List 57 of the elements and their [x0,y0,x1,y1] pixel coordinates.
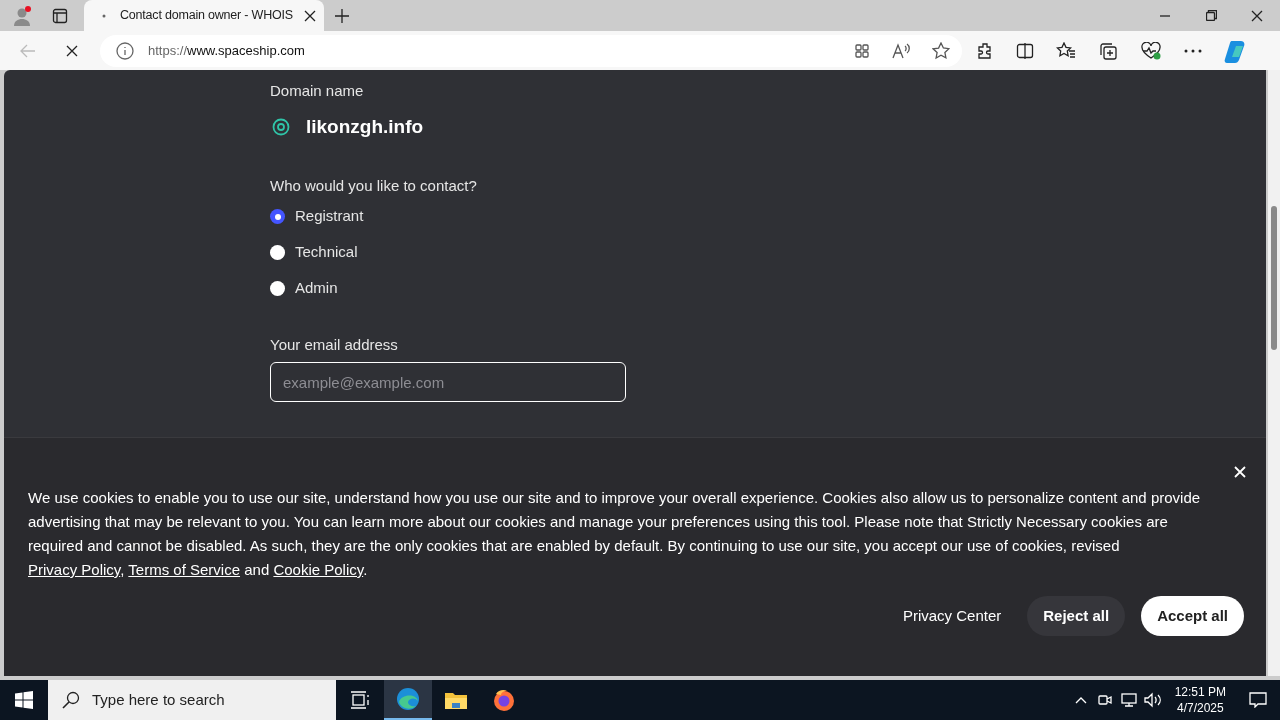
close-icon[interactable] [1251,9,1263,22]
consent-button[interactable]: Reject all [1027,596,1126,636]
clock-date: 4/7/2025 [1176,700,1224,716]
network-icon[interactable] [1120,692,1137,708]
consent-button[interactable]: Accept all [1141,596,1244,636]
folder-icon[interactable] [444,690,468,710]
field-label: Your email address [270,334,399,355]
scrollbar[interactable] [1268,70,1280,676]
volume-icon[interactable] [1143,692,1162,708]
restore-icon[interactable] [1205,10,1217,21]
policy-link[interactable]: Privacy Policy [28,561,121,578]
search-placeholder: Type here to search [92,689,225,710]
extensions-icon[interactable] [976,41,994,60]
cookie-notice: We use cookies to enable you to use our site, understand how you use our site and to improve your overall experience. Cookies also allow us to personalize content and provide advertising that may be relevant to you. You can learn more about our cookies and manage your preferences using this tool. Please note that Strictly Necessary cookies are required and cannot be disabled. As such, they are the only cookies that are enabled by default. By continuing to use our site, you accept our use of cookies, revised Privacy Policy, Terms of Service and Cookie Policy. [28,488,1202,580]
collections-icon[interactable] [1098,41,1118,60]
radio-button[interactable] [270,281,285,296]
address-bar[interactable]: https://www.spaceship.com [100,34,962,67]
edge-browser-icon[interactable] [396,687,420,711]
radio-label: Admin [295,278,338,299]
url-text: https://www.spaceship.com [148,41,305,60]
tab-title: Contact domain owner - WHOIS [120,7,294,25]
browser-tab[interactable]: Contact domain owner - WHOIS [84,0,324,31]
taskbar-search[interactable]: Type here to search [48,680,336,720]
new-tab-icon[interactable] [335,8,349,23]
stop-icon[interactable] [66,44,78,57]
field-label: Domain name [270,81,365,101]
tab-actions-icon[interactable] [52,7,68,24]
radio-label: Technical [295,242,358,263]
radio-button[interactable] [270,245,285,260]
app-grid-icon[interactable] [854,42,870,59]
profile-icon[interactable] [12,5,32,26]
read-aloud-icon[interactable] [892,42,910,59]
search-icon [62,691,80,709]
info-icon[interactable] [116,41,134,60]
policy-link[interactable]: Cookie Policy [273,561,364,578]
notifications-icon[interactable] [1249,692,1267,708]
chevron-up-icon[interactable] [1074,696,1087,704]
loading-icon [102,13,106,18]
favorites-icon[interactable] [1056,41,1076,60]
clock-time: 12:51 PM [1174,684,1226,700]
firefox-icon[interactable] [492,688,516,712]
email-field[interactable]: example@example.com [270,362,626,402]
policy-link[interactable]: Terms of Service [128,561,241,578]
task-view-icon[interactable] [350,691,370,709]
health-heart-icon[interactable] [1140,41,1162,60]
radio-button[interactable] [270,209,285,224]
meet-now-icon[interactable] [1097,692,1112,708]
close-icon[interactable] [304,9,316,22]
favorite-star-icon[interactable] [932,41,950,60]
privacy-center-link[interactable]: Privacy Center [892,596,1012,636]
more-icon[interactable] [1184,48,1202,53]
domain-name: likonzgh.info [306,114,424,139]
target-icon [272,117,290,136]
windows-start-icon[interactable] [15,691,33,709]
radio-label: Registrant [295,206,364,227]
split-screen-icon[interactable] [1016,41,1034,60]
question-label: Who would you like to contact? [270,176,478,196]
